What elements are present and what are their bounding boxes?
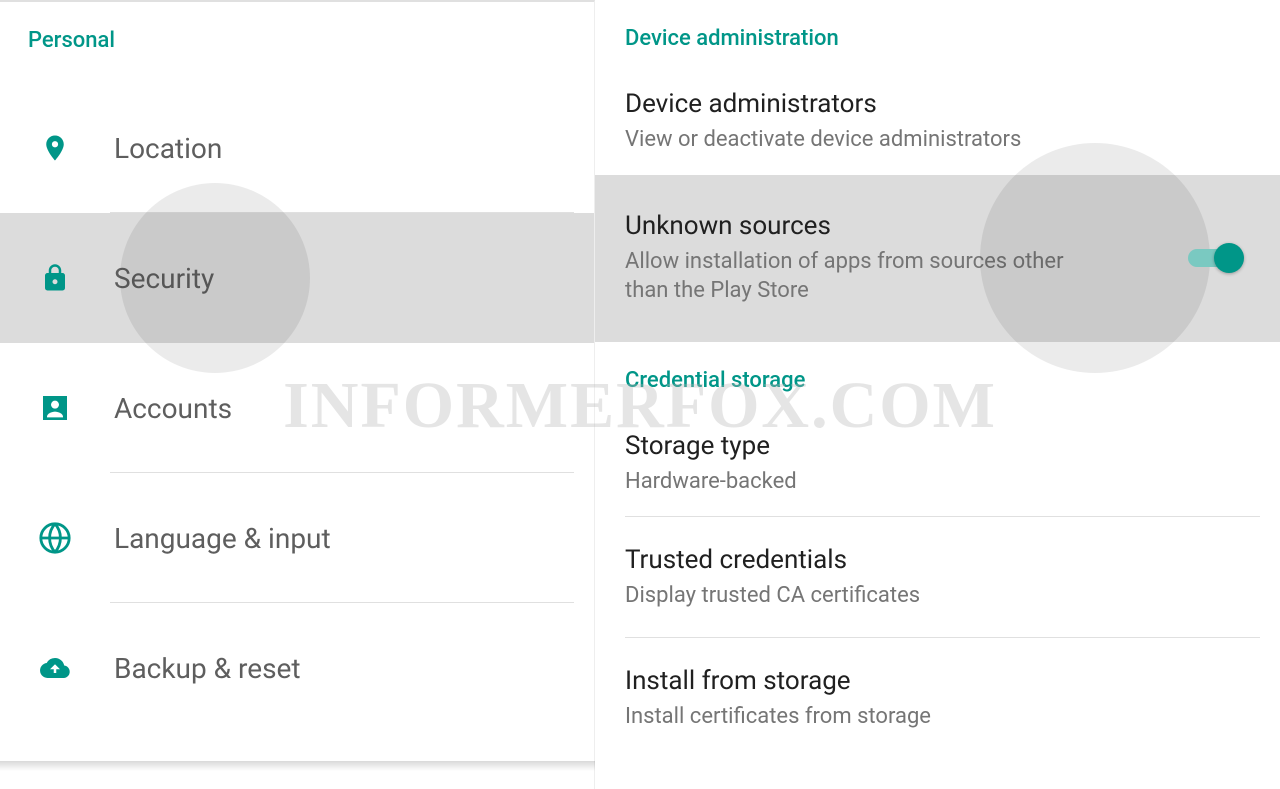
unknown-sources-toggle[interactable] [1188,242,1244,274]
nav-label: Accounts [114,392,232,425]
setting-title: Trusted credentials [625,545,1250,575]
settings-nav-panel: Personal Location Security Accounts [0,0,595,789]
nav-label: Security [114,262,214,295]
setting-sub: Allow installation of apps from sources … [625,247,1065,306]
setting-title: Storage type [625,431,1250,461]
bottom-shadow [0,761,595,771]
setting-storage-type[interactable]: Storage type Hardware-backed [595,411,1280,517]
setting-install-from-storage[interactable]: Install from storage Install certificate… [595,638,1280,752]
toggle-thumb [1214,243,1244,273]
setting-sub: Display trusted CA certificates [625,581,1065,611]
globe-icon [36,519,74,557]
nav-label: Backup & reset [114,652,301,685]
setting-title: Device administrators [625,89,1250,119]
nav-item-language[interactable]: Language & input [0,473,594,603]
setting-sub: Hardware-backed [625,467,1065,497]
setting-unknown-sources[interactable]: Unknown sources Allow installation of ap… [595,175,1280,342]
section-header-personal: Personal [0,2,594,83]
setting-sub: Install certificates from storage [625,702,1065,732]
section-header-device-admin: Device administration [595,0,1280,69]
nav-label: Location [114,132,222,165]
nav-item-security[interactable]: Security [0,213,594,343]
setting-trusted-credentials[interactable]: Trusted credentials Display trusted CA c… [595,517,1280,639]
setting-title: Install from storage [625,666,1250,696]
nav-item-backup[interactable]: Backup & reset [0,603,594,733]
security-settings-panel: Device administration Device administrat… [595,0,1280,789]
setting-title: Unknown sources [625,211,1250,241]
section-header-credential-storage: Credential storage [595,342,1280,411]
setting-device-administrators[interactable]: Device administrators View or deactivate… [595,69,1280,175]
location-icon [36,129,74,167]
setting-sub: View or deactivate device administrators [625,125,1065,155]
backup-icon [36,649,74,687]
nav-label: Language & input [114,522,331,555]
lock-icon [36,259,74,297]
nav-item-accounts[interactable]: Accounts [0,343,594,473]
account-icon [36,389,74,427]
nav-item-location[interactable]: Location [0,83,594,213]
